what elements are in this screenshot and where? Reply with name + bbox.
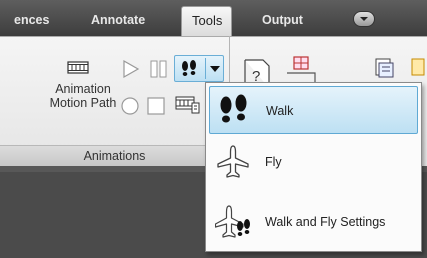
section-plane-button[interactable]: [285, 55, 317, 83]
menu-item-label: Fly: [265, 155, 282, 169]
play-button[interactable]: [120, 58, 142, 80]
airplane-icon: [215, 144, 251, 180]
footprints-icon: [216, 93, 252, 129]
film-settings-icon: [173, 93, 201, 117]
play-icon: [120, 58, 142, 80]
animations-panel-title[interactable]: Animations: [0, 145, 229, 166]
ribbon-minimize-dropdown[interactable]: [353, 11, 375, 27]
walk-fly-dropdown-menu: Walk Fly Walk and Fly Settings: [205, 82, 422, 252]
properties-button[interactable]: [374, 57, 396, 79]
clipped-tool-button[interactable]: [410, 57, 427, 79]
split-button-divider: [205, 58, 206, 79]
pause-icon: [148, 58, 170, 80]
stop-button[interactable]: [146, 96, 166, 116]
section-plane-icon: [285, 55, 317, 83]
walk-fly-settings-icon: [215, 204, 251, 240]
circle-icon: [120, 96, 140, 116]
tab-annotate[interactable]: Annotate: [91, 9, 145, 31]
animation-label: Animation: [55, 82, 111, 96]
record-button[interactable]: [120, 96, 140, 116]
walk-fly-split-button[interactable]: [174, 55, 224, 82]
tab-references[interactable]: ences: [14, 9, 49, 31]
menu-item-walk[interactable]: Walk: [209, 86, 418, 134]
animation-motion-path-button[interactable]: [63, 56, 93, 78]
menu-item-label: Walk: [266, 104, 294, 118]
footprints-icon: [179, 59, 199, 79]
pause-button[interactable]: [148, 58, 170, 80]
menu-item-walk-and-fly-settings[interactable]: Walk and Fly Settings: [209, 198, 418, 246]
chevron-down-icon[interactable]: [210, 66, 220, 72]
menu-item-fly[interactable]: Fly: [209, 138, 418, 186]
tab-output[interactable]: Output: [262, 9, 303, 31]
animation-settings-button[interactable]: [173, 93, 201, 117]
square-icon: [146, 96, 166, 116]
ribbon-tab-bar: ences Annotate Tools Output: [0, 0, 427, 36]
film-strip-icon: [63, 56, 93, 78]
tab-tools[interactable]: Tools: [181, 6, 232, 36]
window-properties-icon: [374, 57, 396, 79]
menu-item-label: Walk and Fly Settings: [265, 215, 386, 229]
tool-icon: [410, 57, 427, 79]
motion-path-label: Motion Path: [49, 96, 117, 110]
